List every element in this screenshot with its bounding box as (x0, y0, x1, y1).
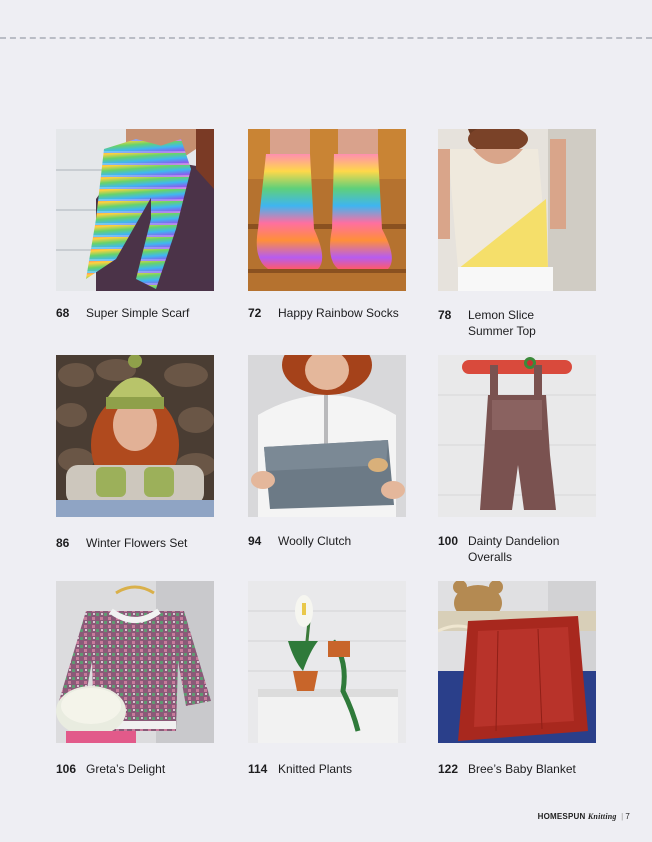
socks-photo (248, 129, 406, 291)
page-number: 68 (56, 306, 70, 320)
top-photo (438, 129, 596, 291)
caption: 86 Winter Flowers Set (56, 535, 231, 551)
pattern-entry-knitted-plants[interactable]: 114 Knitted Plants (248, 581, 406, 776)
page-number: 106 (56, 762, 77, 776)
pattern-entry-overalls[interactable]: 100 Dainty Dandelion Overalls (438, 355, 596, 564)
caption: 122 Bree’s Baby Blanket (438, 761, 613, 777)
pattern-entry-winter-flowers[interactable]: 86 Winter Flowers Set (56, 355, 214, 550)
page-number: 94 (248, 534, 262, 548)
pattern-entry-socks[interactable]: 72 Happy Rainbow Socks (248, 129, 406, 320)
scarf-photo (56, 129, 214, 291)
dashed-divider (0, 37, 652, 39)
pattern-title: Winter Flowers Set (86, 536, 188, 550)
pattern-title: Woolly Clutch (278, 534, 352, 548)
pattern-title: Dainty Dandelion Overalls (468, 534, 560, 564)
footer-page-number: 7 (625, 812, 630, 821)
overalls-photo (438, 355, 596, 517)
pattern-title: Lemon Slice Summer Top (468, 308, 536, 338)
clutch-photo (248, 355, 406, 517)
pattern-title: Bree’s Baby Blanket (468, 762, 576, 776)
caption: 114 Knitted Plants (248, 761, 423, 777)
caption: 68 Super Simple Scarf (56, 305, 231, 321)
page-number: 100 (438, 534, 459, 548)
page-number: 122 (438, 762, 459, 776)
caption: 106 Greta’s Delight (56, 761, 231, 777)
blanket-photo (438, 581, 596, 743)
page-number: 72 (248, 306, 262, 320)
pattern-entry-top[interactable]: 78 Lemon Slice Summer Top (438, 129, 596, 338)
page-number: 78 (438, 308, 452, 322)
page-number: 86 (56, 536, 70, 550)
page-footer: HOMESPUN Knitting | 7 (538, 812, 630, 821)
plants-photo (248, 581, 406, 743)
sweater-photo (56, 581, 214, 743)
caption: 78 Lemon Slice Summer Top (438, 307, 613, 339)
pattern-title: Happy Rainbow Socks (278, 306, 399, 320)
footer-magazine: Knitting (587, 812, 617, 821)
hat-mittens-photo (56, 355, 214, 517)
pattern-entry-scarf[interactable]: 68 Super Simple Scarf (56, 129, 214, 320)
pattern-entry-baby-blanket[interactable]: 122 Bree’s Baby Blanket (438, 581, 596, 776)
caption: 94 Woolly Clutch (248, 533, 423, 549)
pattern-title: Greta’s Delight (86, 762, 166, 776)
page-number: 114 (248, 762, 268, 776)
pattern-title: Super Simple Scarf (86, 306, 190, 320)
caption: 72 Happy Rainbow Socks (248, 305, 423, 321)
pattern-title: Knitted Plants (278, 762, 353, 776)
pattern-entry-gretas-delight[interactable]: 106 Greta’s Delight (56, 581, 214, 776)
footer-brand: HOMESPUN (537, 812, 586, 821)
caption: 100 Dainty Dandelion Overalls (438, 533, 613, 565)
footer-separator: | (621, 812, 624, 821)
pattern-entry-clutch[interactable]: 94 Woolly Clutch (248, 355, 406, 548)
